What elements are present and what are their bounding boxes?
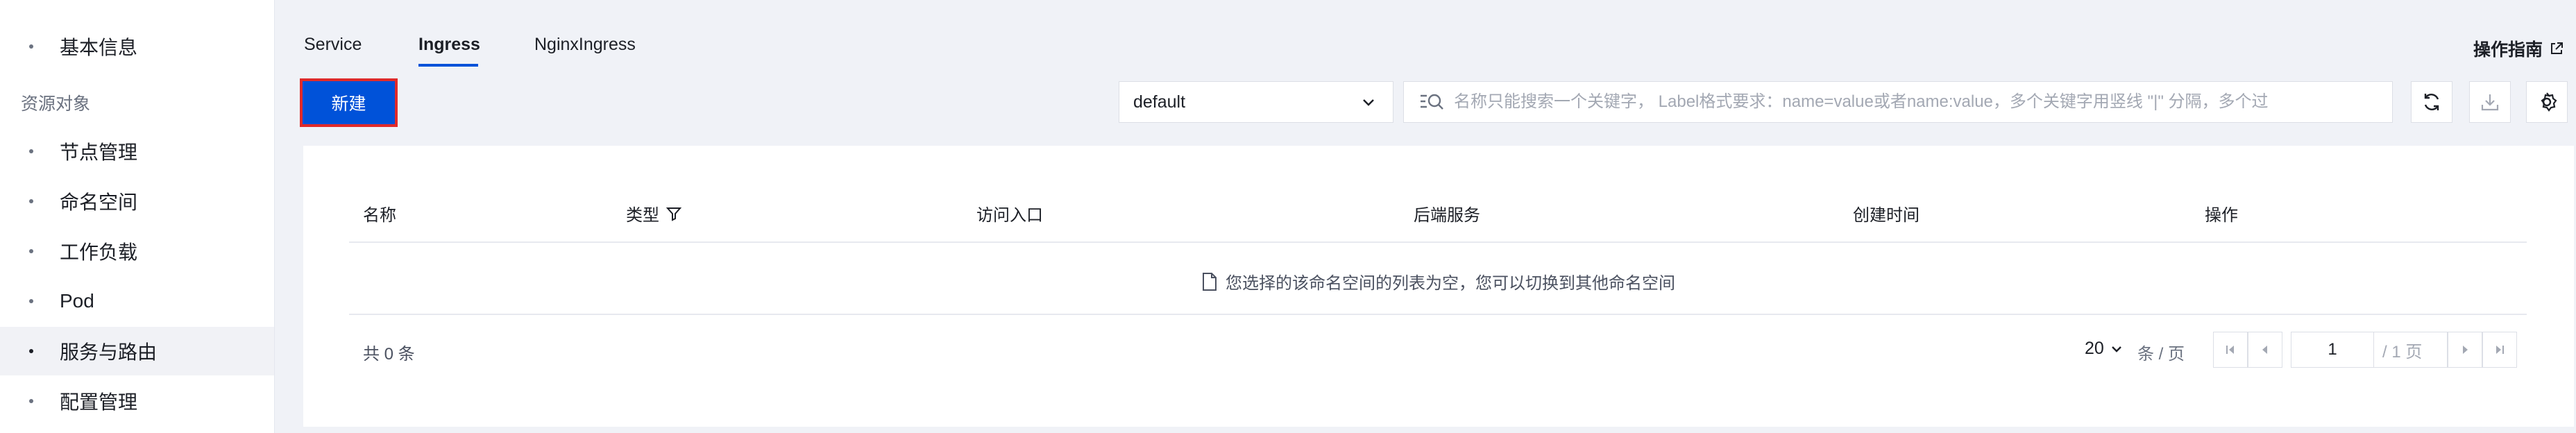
chevron-down-icon <box>2111 346 2121 353</box>
column-header-label: 后端服务 <box>1414 206 1480 225</box>
create-button[interactable]: 新建 <box>300 78 398 127</box>
sidebar: 基本信息 资源对象 节点管理 命名空间 工作负载 Pod 服务与路由 配置管理 <box>0 0 275 433</box>
external-link-icon <box>2551 42 2563 54</box>
bullet-icon <box>29 249 33 253</box>
column-header-actions: 操作 <box>2205 201 2238 226</box>
column-header-label: 名称 <box>363 206 396 225</box>
column-header-name: 名称 <box>363 201 396 226</box>
total-pages-label: / 1 页 <box>2374 332 2448 368</box>
bullet-icon <box>29 399 33 403</box>
sidebar-item-namespaces[interactable]: 命名空间 <box>0 177 274 226</box>
table-panel: 名称 类型 访问入口 后端服务 创建时间 操作 您选择的该命名空间的列表为空，您… <box>303 146 2574 427</box>
settings-button[interactable] <box>2526 81 2568 123</box>
filter-icon[interactable] <box>666 206 681 221</box>
column-header-type: 类型 <box>626 201 681 226</box>
chevron-down-icon <box>1363 99 1374 106</box>
sidebar-section-label: 资源对象 <box>21 94 91 114</box>
page-size-unit: 条 / 页 <box>2137 345 2185 364</box>
header-divider <box>349 241 2527 243</box>
search-box[interactable] <box>1403 81 2393 123</box>
namespace-select[interactable]: default <box>1119 81 1393 123</box>
sidebar-item-label: 基本信息 <box>60 37 138 58</box>
column-header-backend: 后端服务 <box>1414 201 1480 226</box>
last-page-icon <box>2496 346 2504 354</box>
column-header-label: 创建时间 <box>1853 206 1920 225</box>
sidebar-item-config[interactable]: 配置管理 <box>0 377 274 425</box>
gear-icon <box>2541 92 2557 112</box>
page-size-select[interactable]: 20 <box>2085 339 2124 359</box>
page-number-input[interactable] <box>2291 332 2374 368</box>
column-header-created: 创建时间 <box>1853 201 1920 226</box>
refresh-icon <box>2424 94 2439 110</box>
column-header-label: 操作 <box>2205 206 2238 225</box>
bullet-icon <box>29 349 33 353</box>
sidebar-item-label: 工作负载 <box>60 241 138 263</box>
operation-guide-label: 操作指南 <box>2473 40 2543 60</box>
document-icon <box>1203 272 1217 291</box>
tab-nginx-ingress[interactable]: NginxIngress <box>534 35 636 55</box>
operation-guide-link[interactable]: 操作指南 <box>2473 36 2564 61</box>
bullet-icon <box>29 199 33 203</box>
refresh-button[interactable] <box>2411 81 2452 123</box>
first-page-button[interactable] <box>2213 332 2248 368</box>
prev-page-button[interactable] <box>2248 332 2282 368</box>
sidebar-item-label: Pod <box>60 290 94 312</box>
download-icon <box>2481 94 2499 111</box>
sidebar-item-label: 服务与路由 <box>60 341 158 363</box>
download-button[interactable] <box>2469 81 2511 123</box>
sidebar-item-label: 节点管理 <box>60 142 138 163</box>
prev-page-icon <box>2262 346 2267 354</box>
sidebar-item-workloads[interactable]: 工作负载 <box>0 227 274 275</box>
sidebar-item-nodes[interactable]: 节点管理 <box>0 127 274 176</box>
tab-service[interactable]: Service <box>304 35 362 55</box>
column-header-label: 类型 <box>626 206 659 225</box>
first-page-icon <box>2226 346 2234 354</box>
bullet-icon <box>29 149 33 153</box>
column-header-label: 访问入口 <box>976 206 1043 225</box>
column-header-access: 访问入口 <box>976 201 1043 226</box>
empty-state: 您选择的该命名空间的列表为空，您可以切换到其他命名空间 <box>303 269 2574 294</box>
sidebar-item-label: 命名空间 <box>60 192 138 213</box>
sidebar-item-label: 配置管理 <box>60 391 138 413</box>
active-tab-indicator <box>418 64 478 67</box>
bullet-icon <box>29 299 33 303</box>
namespace-select-value: default <box>1133 92 1186 112</box>
bullet-icon <box>29 44 33 49</box>
total-count: 共 0 条 <box>363 345 415 364</box>
search-input[interactable] <box>1454 92 2370 112</box>
page-size-value: 20 <box>2085 339 2104 358</box>
next-page-icon <box>2463 346 2468 354</box>
empty-state-message: 您选择的该命名空间的列表为空，您可以切换到其他命名空间 <box>1226 274 1675 293</box>
next-page-button[interactable] <box>2448 332 2482 368</box>
body-divider <box>349 314 2527 315</box>
last-page-button[interactable] <box>2482 332 2517 368</box>
sidebar-item-pod[interactable]: Pod <box>0 277 274 325</box>
sidebar-item-basic-info[interactable]: 基本信息 <box>0 22 274 71</box>
filter-search-icon <box>1421 94 1443 110</box>
sidebar-item-services-routes[interactable]: 服务与路由 <box>0 327 274 375</box>
tab-ingress[interactable]: Ingress <box>418 35 480 55</box>
